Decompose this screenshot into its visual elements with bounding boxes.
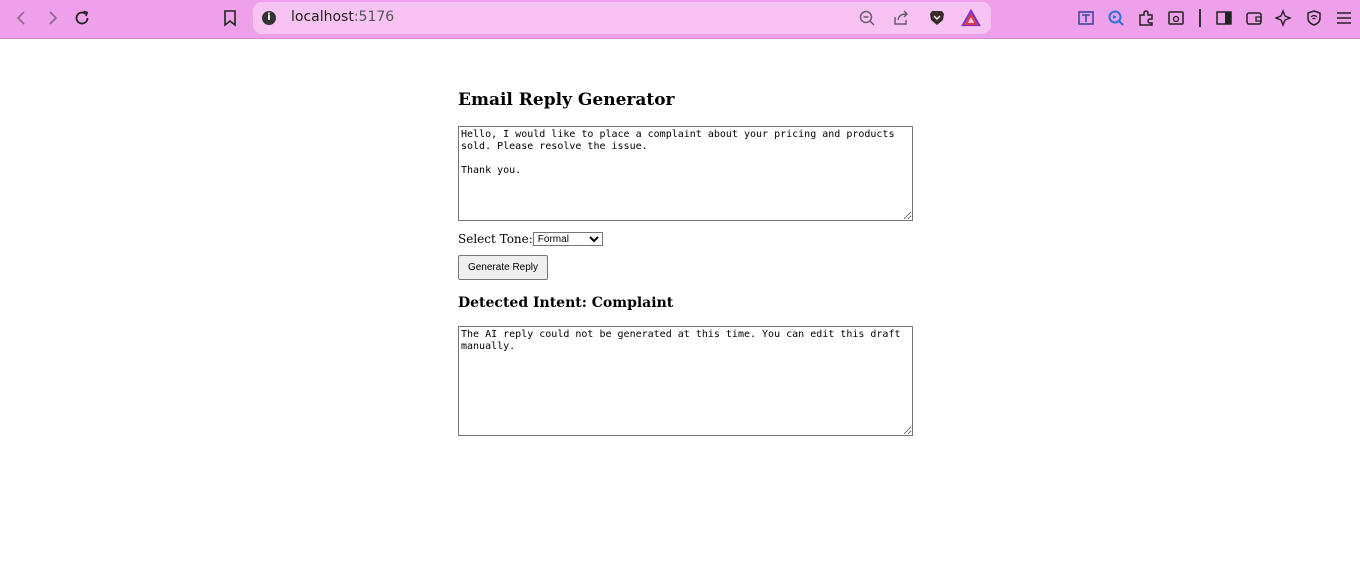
brave-shield-icon[interactable] [925,6,949,30]
reload-icon[interactable] [70,6,94,30]
tone-select[interactable]: Formal [532,232,603,246]
menu-icon[interactable] [1332,6,1356,30]
toolbar-separator [1199,9,1201,27]
url-text[interactable]: localhost:5176 [291,9,394,25]
tone-label: Select Tone: [458,232,533,246]
vpn-shield-icon[interactable] [1302,6,1326,30]
bookmark-icon[interactable] [218,6,242,30]
forward-icon[interactable] [40,6,64,30]
share-icon[interactable] [889,6,913,30]
extension-window-icon[interactable] [1164,6,1188,30]
browser-toolbar: i localhost:5176 [0,0,1360,39]
extension-translate-icon[interactable] [1074,6,1098,30]
url-port: :5176 [353,9,395,25]
extensions-puzzle-icon[interactable] [1134,6,1158,30]
page-title: Email Reply Generator [458,90,675,110]
wallet-icon[interactable] [1242,6,1266,30]
leo-ai-icon[interactable] [1272,6,1296,30]
reply-output[interactable]: The AI reply could not be generated at t… [458,326,913,436]
address-bar[interactable]: i localhost:5176 [253,2,991,34]
email-input[interactable]: Hello, I would like to place a complaint… [458,126,913,221]
url-host: localhost [291,9,354,25]
sidebar-toggle-icon[interactable] [1212,6,1236,30]
brave-rewards-icon[interactable] [959,6,983,30]
back-icon[interactable] [10,6,34,30]
extension-search-icon[interactable] [1104,6,1128,30]
generate-reply-button[interactable]: Generate Reply [458,255,548,280]
zoom-out-icon[interactable] [855,6,879,30]
detected-intent-heading: Detected Intent: Complaint [458,295,674,311]
tone-row: Select Tone: Formal [458,232,603,246]
site-info-icon[interactable]: i [262,11,276,25]
